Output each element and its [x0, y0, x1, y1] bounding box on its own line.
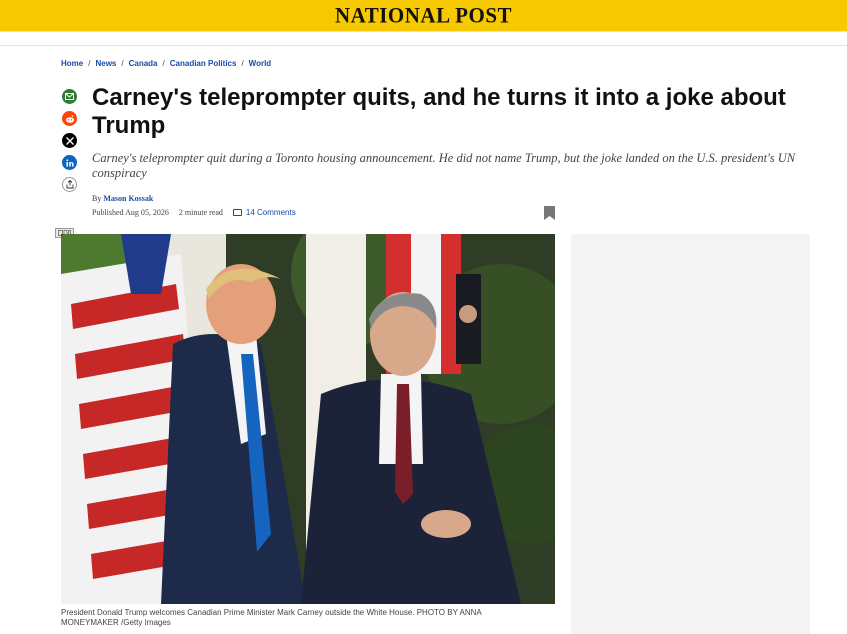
national-post-logo[interactable]: NATIONAL POST [335, 2, 512, 28]
article-headline: Carney's teleprompter quits, and he turn… [92, 84, 786, 139]
site-header: NATIONAL POST [0, 0, 847, 31]
breadcrumb-canadian-politics[interactable]: Canadian Politics [170, 59, 237, 68]
x-icon[interactable] [62, 133, 77, 148]
more-share-icon[interactable] [62, 177, 77, 192]
breadcrumb-canada[interactable]: Canada [129, 59, 158, 68]
breadcrumb-world[interactable]: World [249, 59, 272, 68]
breadcrumb-home[interactable]: Home [61, 59, 83, 68]
article-dek: Carney's teleprompter quit during a Toro… [92, 151, 796, 180]
byline: By Mason Kossak [92, 194, 153, 203]
share-bar [62, 89, 77, 192]
breadcrumb: Home / News / Canada / Canadian Politics… [61, 59, 271, 68]
byline-prefix: By [92, 194, 102, 203]
email-icon[interactable] [62, 89, 77, 104]
reddit-icon[interactable] [62, 111, 77, 126]
bookmark-icon[interactable] [544, 206, 555, 220]
photo-caption: President Donald Trump welcomes Canadian… [61, 608, 482, 627]
comments-link[interactable]: 14 Comments [232, 208, 296, 217]
sub-navigation-bar [0, 31, 847, 46]
article-meta: Published Aug 05, 2026 2 minute read 14 … [92, 208, 296, 217]
breadcrumb-news[interactable]: News [95, 59, 116, 68]
comments-count: 14 Comments [245, 208, 296, 217]
published-date: Published Aug 05, 2026 [92, 208, 169, 217]
breadcrumb-separator: / [162, 59, 165, 68]
ad-placeholder [571, 234, 810, 634]
breadcrumb-separator: / [121, 59, 124, 68]
author-link[interactable]: Mason Kossak [103, 194, 153, 203]
linkedin-icon[interactable] [62, 155, 77, 170]
photo-illustration [61, 234, 555, 604]
article-photo[interactable] [61, 234, 555, 604]
comment-icon [232, 209, 242, 216]
read-time: 2 minute read [178, 208, 223, 217]
breadcrumb-separator: / [241, 59, 244, 68]
breadcrumb-separator: / [88, 59, 91, 68]
